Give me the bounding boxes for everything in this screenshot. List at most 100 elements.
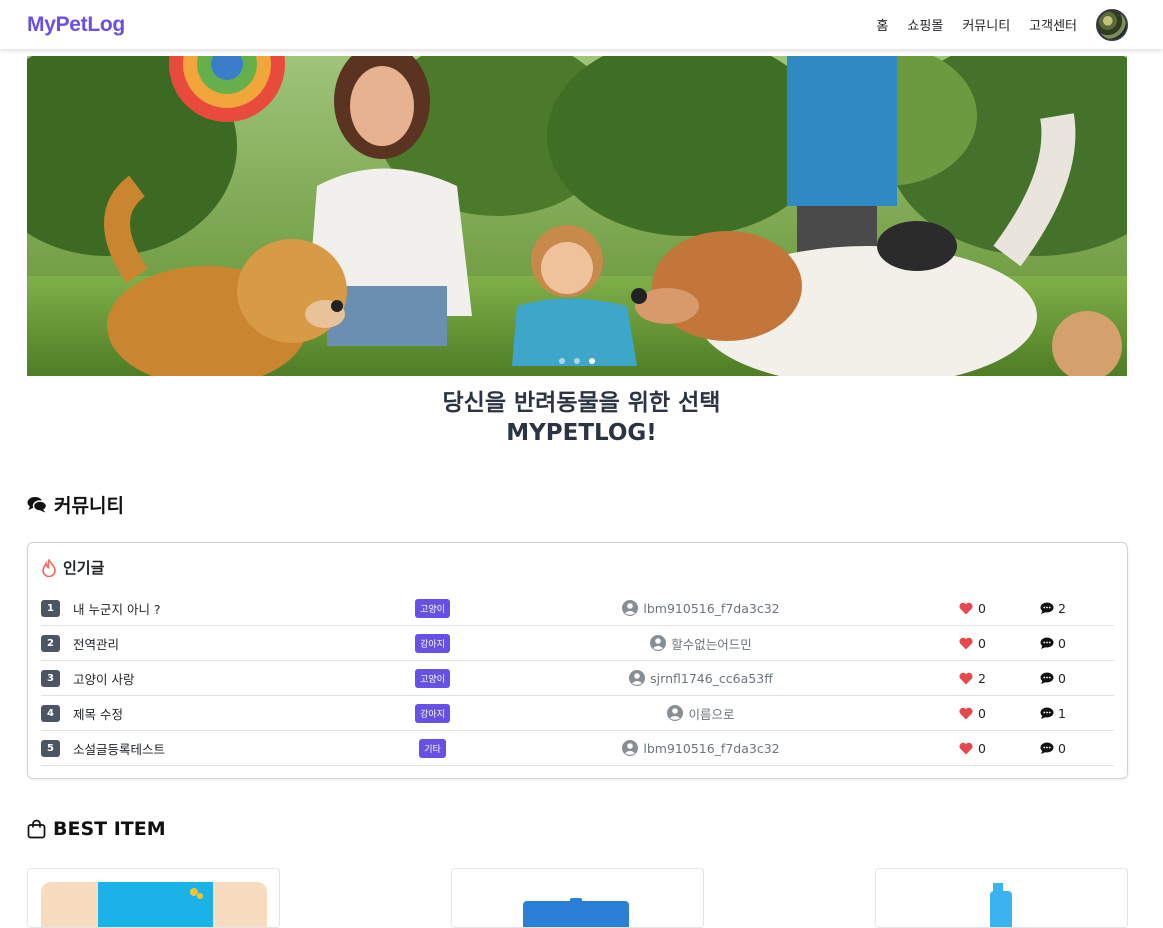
post-row[interactable]: 1 내 누군지 아니 ? 고양이 lbm910516_f7da3c32 0 2 bbox=[41, 591, 1114, 626]
post-rank: 5 bbox=[41, 740, 60, 757]
top-navbar: MyPetLog 홈 쇼핑몰 커뮤니티 고객센터 bbox=[0, 0, 1163, 49]
nav-link-support[interactable]: 고객센터 bbox=[1029, 15, 1077, 34]
post-title[interactable]: 제목 수정 bbox=[73, 696, 123, 730]
post-rank: 4 bbox=[41, 705, 60, 722]
post-title[interactable]: 전역관리 bbox=[73, 626, 119, 660]
popular-posts-list: 1 내 누군지 아니 ? 고양이 lbm910516_f7da3c32 0 2 … bbox=[41, 591, 1114, 766]
comment-icon bbox=[1040, 672, 1054, 684]
nav-link-home[interactable]: 홈 bbox=[876, 15, 888, 34]
post-row[interactable]: 3 고양이 사랑 고양이 sjrnfl1746_cc6a53ff 2 0 bbox=[41, 661, 1114, 696]
heart-icon bbox=[959, 707, 973, 719]
comment-icon bbox=[1040, 602, 1054, 614]
nav-link-shop[interactable]: 쇼핑몰 bbox=[907, 15, 943, 34]
carousel-indicators bbox=[27, 358, 1127, 364]
post-likes: 2 bbox=[959, 661, 986, 695]
post-likes: 0 bbox=[959, 591, 986, 625]
best-item-heading-text: BEST ITEM bbox=[53, 818, 166, 840]
post-category-badge: 고양이 bbox=[415, 668, 450, 688]
user-circle-icon bbox=[667, 705, 684, 721]
post-category-cell: 기타 bbox=[413, 731, 452, 765]
post-row[interactable]: 4 제목 수정 강아지 이름으로 0 1 bbox=[41, 696, 1114, 731]
post-author: 이름으로 bbox=[601, 696, 801, 730]
user-circle-icon bbox=[622, 740, 639, 756]
post-comment-count: 0 bbox=[1058, 740, 1066, 756]
comment-icon bbox=[1040, 707, 1054, 719]
hero-tagline: 당신을 반려동물을 위한 선택 MYPETLOG! bbox=[0, 388, 1163, 448]
post-category-cell: 강아지 bbox=[413, 626, 452, 660]
post-likes: 0 bbox=[959, 626, 986, 660]
comments-icon bbox=[27, 497, 47, 513]
comment-icon bbox=[1040, 637, 1054, 649]
nav-menu: 홈 쇼핑몰 커뮤니티 고객센터 bbox=[876, 8, 1128, 41]
user-circle-icon bbox=[622, 600, 639, 616]
post-comments: 2 bbox=[1040, 591, 1066, 625]
post-author: lbm910516_f7da3c32 bbox=[601, 591, 801, 625]
post-row[interactable]: 2 전역관리 강아지 할수없는어드민 0 0 bbox=[41, 626, 1114, 661]
product-image-3 bbox=[990, 883, 1012, 927]
post-comment-count: 2 bbox=[1058, 600, 1066, 616]
post-category-badge: 기타 bbox=[419, 738, 446, 758]
heart-icon bbox=[959, 742, 973, 754]
carousel-dot-2[interactable] bbox=[574, 358, 580, 364]
post-author-name: 이름으로 bbox=[688, 706, 735, 722]
post-author-name: 할수없는어드민 bbox=[671, 636, 752, 652]
user-circle-icon bbox=[650, 635, 667, 651]
post-author-name: lbm910516_f7da3c32 bbox=[643, 600, 780, 616]
product-card-1[interactable] bbox=[27, 868, 280, 928]
post-author-name: sjrnfl1746_cc6a53ff bbox=[650, 670, 773, 686]
post-row[interactable]: 5 소설글등록테스트 기타 lbm910516_f7da3c32 0 0 bbox=[41, 731, 1114, 766]
user-avatar[interactable] bbox=[1096, 8, 1128, 41]
post-title[interactable]: 내 누군지 아니 ? bbox=[73, 591, 161, 625]
hero-carousel[interactable] bbox=[27, 56, 1127, 376]
post-author: lbm910516_f7da3c32 bbox=[601, 731, 801, 765]
post-author: sjrnfl1746_cc6a53ff bbox=[601, 661, 801, 695]
post-comments: 0 bbox=[1040, 661, 1066, 695]
user-circle-icon bbox=[629, 670, 646, 686]
product-image-2 bbox=[523, 898, 629, 927]
post-likes: 0 bbox=[959, 696, 986, 730]
post-rank: 3 bbox=[41, 670, 60, 687]
tagline-line-1: 당신을 반려동물을 위한 선택 bbox=[442, 390, 721, 416]
post-comment-count: 0 bbox=[1058, 670, 1066, 686]
popular-posts-title-text: 인기글 bbox=[63, 559, 105, 577]
post-like-count: 2 bbox=[978, 670, 986, 686]
hero-image bbox=[27, 56, 1127, 376]
post-comments: 1 bbox=[1040, 696, 1066, 730]
post-comment-count: 1 bbox=[1058, 705, 1066, 721]
post-title[interactable]: 소설글등록테스트 bbox=[73, 731, 165, 765]
post-comment-count: 0 bbox=[1058, 635, 1066, 651]
heart-icon bbox=[959, 672, 973, 684]
post-category-cell: 고양이 bbox=[413, 661, 452, 695]
post-like-count: 0 bbox=[978, 635, 986, 651]
nav-link-community[interactable]: 커뮤니티 bbox=[962, 15, 1010, 34]
post-comments: 0 bbox=[1040, 731, 1066, 765]
popular-posts-card: 인기글 1 내 누군지 아니 ? 고양이 lbm910516_f7da3c32 … bbox=[27, 542, 1128, 779]
carousel-dot-3[interactable] bbox=[589, 358, 595, 364]
shopping-bag-icon bbox=[27, 819, 46, 839]
post-author: 할수없는어드민 bbox=[601, 626, 801, 660]
comment-icon bbox=[1040, 742, 1054, 754]
post-like-count: 0 bbox=[978, 705, 986, 721]
brand-logo[interactable]: MyPetLog bbox=[27, 13, 125, 37]
popular-posts-title: 인기글 bbox=[41, 557, 104, 578]
post-like-count: 0 bbox=[978, 740, 986, 756]
post-rank: 1 bbox=[41, 600, 60, 617]
post-category-cell: 고양이 bbox=[413, 591, 452, 625]
post-title[interactable]: 고양이 사랑 bbox=[73, 661, 134, 695]
heart-icon bbox=[959, 602, 973, 614]
product-card-3[interactable] bbox=[875, 868, 1128, 928]
post-category-badge: 고양이 bbox=[415, 598, 450, 618]
post-likes: 0 bbox=[959, 731, 986, 765]
post-category-cell: 강아지 bbox=[413, 696, 452, 730]
product-image-1 bbox=[41, 882, 267, 927]
post-category-badge: 강아지 bbox=[415, 633, 450, 653]
product-card-2[interactable] bbox=[451, 868, 704, 928]
community-heading: 커뮤니티 bbox=[27, 491, 124, 518]
post-category-badge: 강아지 bbox=[415, 703, 450, 723]
community-heading-text: 커뮤니티 bbox=[54, 495, 124, 517]
post-comments: 0 bbox=[1040, 626, 1066, 660]
carousel-dot-1[interactable] bbox=[559, 358, 565, 364]
fire-icon bbox=[42, 558, 56, 577]
post-like-count: 0 bbox=[978, 600, 986, 616]
best-item-heading: BEST ITEM bbox=[27, 818, 166, 840]
